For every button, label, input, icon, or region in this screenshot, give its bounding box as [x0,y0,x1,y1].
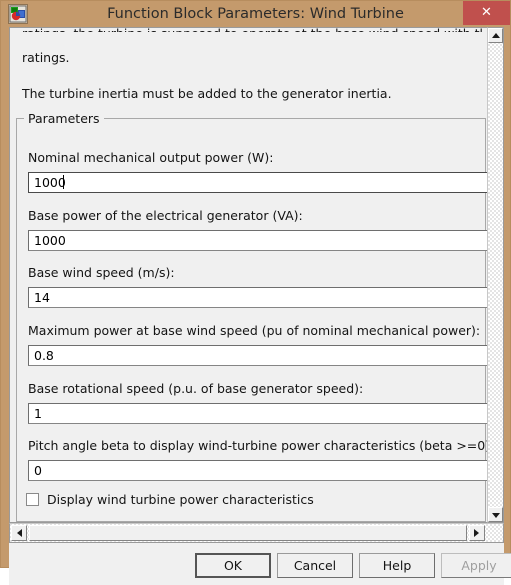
close-icon[interactable]: ✕ [463,1,510,25]
ok-button[interactable]: OK [195,553,271,578]
description-clipped-line: ratings, the turbine is supposed to oper… [22,28,482,32]
label-pitch-angle-beta: Pitch angle beta to display wind-turbine… [28,438,504,453]
parameters-group-legend: Parameters [24,111,104,126]
window-title: Function Block Parameters: Wind Turbine [107,6,404,22]
input-pitch-angle-beta[interactable] [28,460,499,481]
input-base-power-electrical-generator[interactable] [28,230,499,251]
button-bar: OK Cancel Help Apply [9,543,511,585]
help-button[interactable]: Help [359,553,435,578]
input-maximum-power-at-base-wind-speed[interactable] [28,345,499,366]
dialog-body: ratings, the turbine is supposed to oper… [9,27,511,585]
label-maximum-power-at-base-wind-speed: Maximum power at base wind speed (pu of … [28,323,481,338]
description-line-2: The turbine inertia must be added to the… [22,86,392,101]
input-base-wind-speed[interactable] [28,287,499,308]
input-base-rotational-speed[interactable] [28,403,499,424]
display-power-characteristics-label: Display wind turbine power characteristi… [47,492,314,507]
scroll-right-icon[interactable] [469,525,485,541]
label-base-wind-speed: Base wind speed (m/s): [28,265,175,280]
cancel-button[interactable]: Cancel [277,553,353,578]
scroll-up-icon[interactable] [488,28,503,43]
label-nominal-mechanical-output-power: Nominal mechanical output power (W): [28,150,274,165]
input-nominal-mechanical-output-power[interactable] [28,172,499,193]
apply-button: Apply [441,553,511,578]
text-caret [63,175,64,189]
scroll-down-icon[interactable] [488,507,503,522]
title-bar: Function Block Parameters: Wind Turbine … [1,1,510,27]
label-base-rotational-speed: Base rotational speed (p.u. of base gene… [28,381,364,396]
display-power-characteristics-checkbox[interactable] [26,493,39,506]
vertical-scrollbar[interactable] [487,27,504,523]
dialog-window: Function Block Parameters: Wind Turbine … [0,0,511,585]
horizontal-scrollbar[interactable] [9,523,504,543]
description-line-1: ratings. [22,50,70,65]
horizontal-scroll-thumb[interactable] [29,525,467,541]
parameters-scroll-pane: ratings, the turbine is supposed to oper… [9,27,504,523]
scroll-left-icon[interactable] [11,525,27,541]
parameters-content: ratings, the turbine is supposed to oper… [10,28,504,522]
label-base-power-electrical-generator: Base power of the electrical generator (… [28,208,303,223]
